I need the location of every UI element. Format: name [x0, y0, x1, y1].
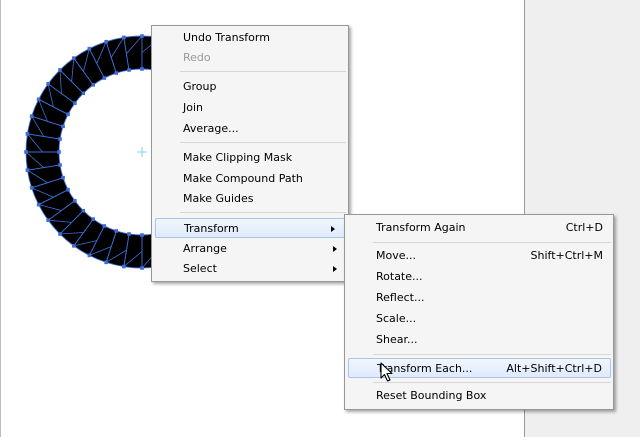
anchor-point — [61, 124, 65, 129]
menu-item-shortcut: Shift+Ctrl+M — [530, 249, 604, 262]
anchor-point — [91, 217, 96, 221]
submenu-arrow-icon — [333, 266, 337, 272]
anchor-point — [127, 232, 131, 236]
menu-item-label: Make Guides — [183, 192, 254, 205]
anchor-point — [122, 35, 126, 40]
menu-item-shortcut: Alt+Shift+Ctrl+D — [506, 362, 602, 375]
menu-item-label: Rotate... — [376, 270, 423, 283]
menu-separator — [180, 212, 346, 213]
menu-item-average[interactable]: Average... — [156, 119, 344, 139]
menu-item-shear[interactable]: Shear... — [349, 330, 609, 350]
menu-item-undo-transform[interactable]: Undo Transform — [156, 28, 344, 48]
menu-item-reflect[interactable]: Reflect... — [349, 288, 609, 308]
menu-item-redo[interactable]: Redo — [156, 48, 344, 68]
menu-item-label: Reflect... — [376, 291, 425, 304]
anchor-point — [102, 76, 107, 80]
menu-item-select[interactable]: Select — [156, 259, 344, 279]
menu-item-join[interactable]: Join — [156, 98, 344, 118]
context-menu: Undo Transform Redo Group Join Average..… — [151, 25, 349, 282]
menu-item-transform-again[interactable]: Transform Again Ctrl+D — [349, 218, 609, 238]
anchor-point — [72, 56, 76, 60]
menu-item-label: Shear... — [376, 333, 418, 346]
submenu-arrow-icon — [333, 246, 337, 252]
menu-item-label: Reset Bounding Box — [376, 389, 487, 402]
anchor-point — [24, 150, 28, 154]
anchor-point — [104, 39, 108, 44]
menu-item-label: Transform — [184, 222, 239, 235]
anchor-point — [46, 218, 50, 222]
anchor-point — [104, 260, 108, 265]
menu-item-move[interactable]: Move... Shift+Ctrl+M — [349, 246, 609, 266]
menu-separator — [180, 71, 346, 72]
menu-item-label: Group — [183, 80, 217, 93]
anchor-point — [122, 264, 126, 269]
anchor-point — [58, 68, 62, 72]
menu-item-make-guides[interactable]: Make Guides — [156, 189, 344, 209]
menu-item-label: Join — [183, 101, 204, 114]
menu-item-label: Redo — [183, 51, 211, 64]
anchor-point — [58, 163, 62, 167]
submenu-arrow-icon — [331, 226, 335, 232]
menu-item-label: Make Compound Path — [183, 172, 303, 185]
anchor-point — [81, 91, 86, 96]
anchor-point — [61, 175, 65, 180]
anchor-point — [36, 97, 41, 102]
anchor-point — [140, 67, 144, 71]
anchor-point — [81, 208, 86, 213]
anchor-point — [114, 229, 119, 233]
menu-item-shortcut: Ctrl+D — [565, 221, 603, 234]
anchor-point — [140, 266, 144, 270]
menu-item-scale[interactable]: Scale... — [349, 309, 609, 329]
anchor-point — [66, 112, 70, 117]
menu-item-label: Make Clipping Mask — [183, 151, 293, 164]
menu-separator — [373, 354, 611, 355]
anchor-point — [66, 187, 70, 192]
anchor-point — [73, 198, 77, 203]
menu-item-make-compound-path[interactable]: Make Compound Path — [156, 169, 344, 189]
anchor-point — [73, 101, 77, 106]
anchor-point — [58, 137, 62, 141]
menu-item-label: Average... — [183, 122, 239, 135]
anchor-point — [114, 71, 119, 75]
menu-item-label: Scale... — [376, 312, 417, 325]
anchor-point — [91, 83, 96, 87]
menu-separator — [373, 382, 611, 383]
anchor-point — [36, 202, 41, 207]
anchor-point — [87, 253, 92, 258]
anchor-point — [57, 150, 61, 154]
menu-item-label: Select — [183, 262, 217, 275]
anchor-point — [87, 46, 92, 51]
menu-separator — [373, 242, 611, 243]
anchor-point — [140, 233, 144, 237]
menu-item-label: Transform Again — [376, 221, 466, 234]
menu-item-label: Move... — [376, 249, 416, 262]
anchor-point — [25, 132, 30, 136]
menu-item-label: Undo Transform — [183, 31, 270, 44]
anchor-point — [25, 168, 30, 172]
arrow-pointer-icon — [380, 362, 393, 382]
anchor-point — [29, 186, 34, 190]
menu-item-rotate[interactable]: Rotate... — [349, 267, 609, 287]
menu-separator — [180, 142, 346, 143]
menu-item-reset-bounding-box[interactable]: Reset Bounding Box — [349, 386, 609, 406]
anchor-point — [29, 114, 34, 118]
anchor-point — [58, 232, 62, 236]
anchor-point — [46, 82, 50, 86]
menu-item-group[interactable]: Group — [156, 77, 344, 97]
menu-item-make-clipping-mask[interactable]: Make Clipping Mask — [156, 148, 344, 168]
anchor-point — [127, 68, 131, 72]
anchor-point — [72, 244, 76, 248]
menu-item-arrange[interactable]: Arrange — [156, 239, 344, 259]
menu-item-label: Arrange — [183, 242, 227, 255]
menu-item-transform[interactable]: Transform — [155, 218, 346, 238]
anchor-point — [102, 224, 107, 228]
anchor-point — [140, 34, 144, 38]
